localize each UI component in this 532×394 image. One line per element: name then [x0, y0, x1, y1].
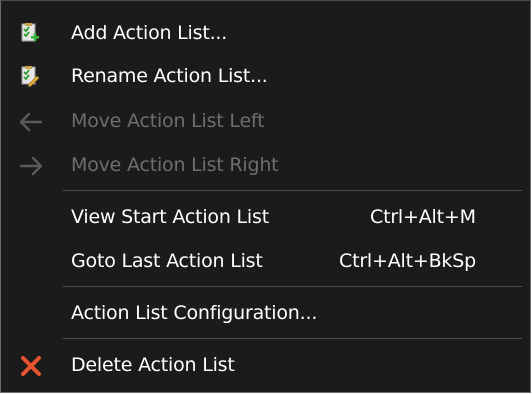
context-menu: Add Action List... Rename Action List...…	[0, 0, 531, 393]
add-list-icon	[18, 23, 44, 45]
menu-item-label: Goto Last Action List	[71, 250, 263, 272]
menu-item-action-list-configuration[interactable]: Action List Configuration...	[2, 294, 529, 334]
arrow-right-icon	[18, 155, 44, 177]
rename-list-icon	[18, 66, 44, 88]
menu-item-move-left[interactable]: Move Action List Left	[2, 102, 529, 142]
delete-x-icon	[18, 355, 44, 377]
menu-item-goto-last-action-list[interactable]: Goto Last Action List Ctrl+Alt+BkSp	[2, 242, 529, 282]
menu-item-shortcut: Ctrl+Alt+BkSp	[339, 250, 476, 272]
menu-item-label: Add Action List...	[71, 22, 228, 44]
menu-item-shortcut: Ctrl+Alt+M	[370, 206, 476, 228]
menu-item-label: View Start Action List	[71, 206, 269, 228]
menu-item-label: Rename Action List...	[71, 65, 268, 87]
menu-item-move-right[interactable]: Move Action List Right	[2, 146, 529, 186]
menu-separator	[63, 286, 522, 287]
menu-separator	[63, 190, 522, 191]
arrow-left-icon	[18, 111, 44, 133]
menu-item-delete-action-list[interactable]: Delete Action List	[2, 346, 529, 386]
menu-item-label: Move Action List Left	[71, 110, 265, 132]
menu-item-label: Move Action List Right	[71, 154, 279, 176]
menu-item-view-start-action-list[interactable]: View Start Action List Ctrl+Alt+M	[2, 198, 529, 238]
menu-separator	[63, 338, 522, 339]
menu-item-add-action-list[interactable]: Add Action List...	[2, 14, 529, 54]
menu-item-label: Action List Configuration...	[71, 302, 318, 324]
menu-item-rename-action-list[interactable]: Rename Action List...	[2, 57, 529, 97]
menu-item-label: Delete Action List	[71, 354, 235, 376]
